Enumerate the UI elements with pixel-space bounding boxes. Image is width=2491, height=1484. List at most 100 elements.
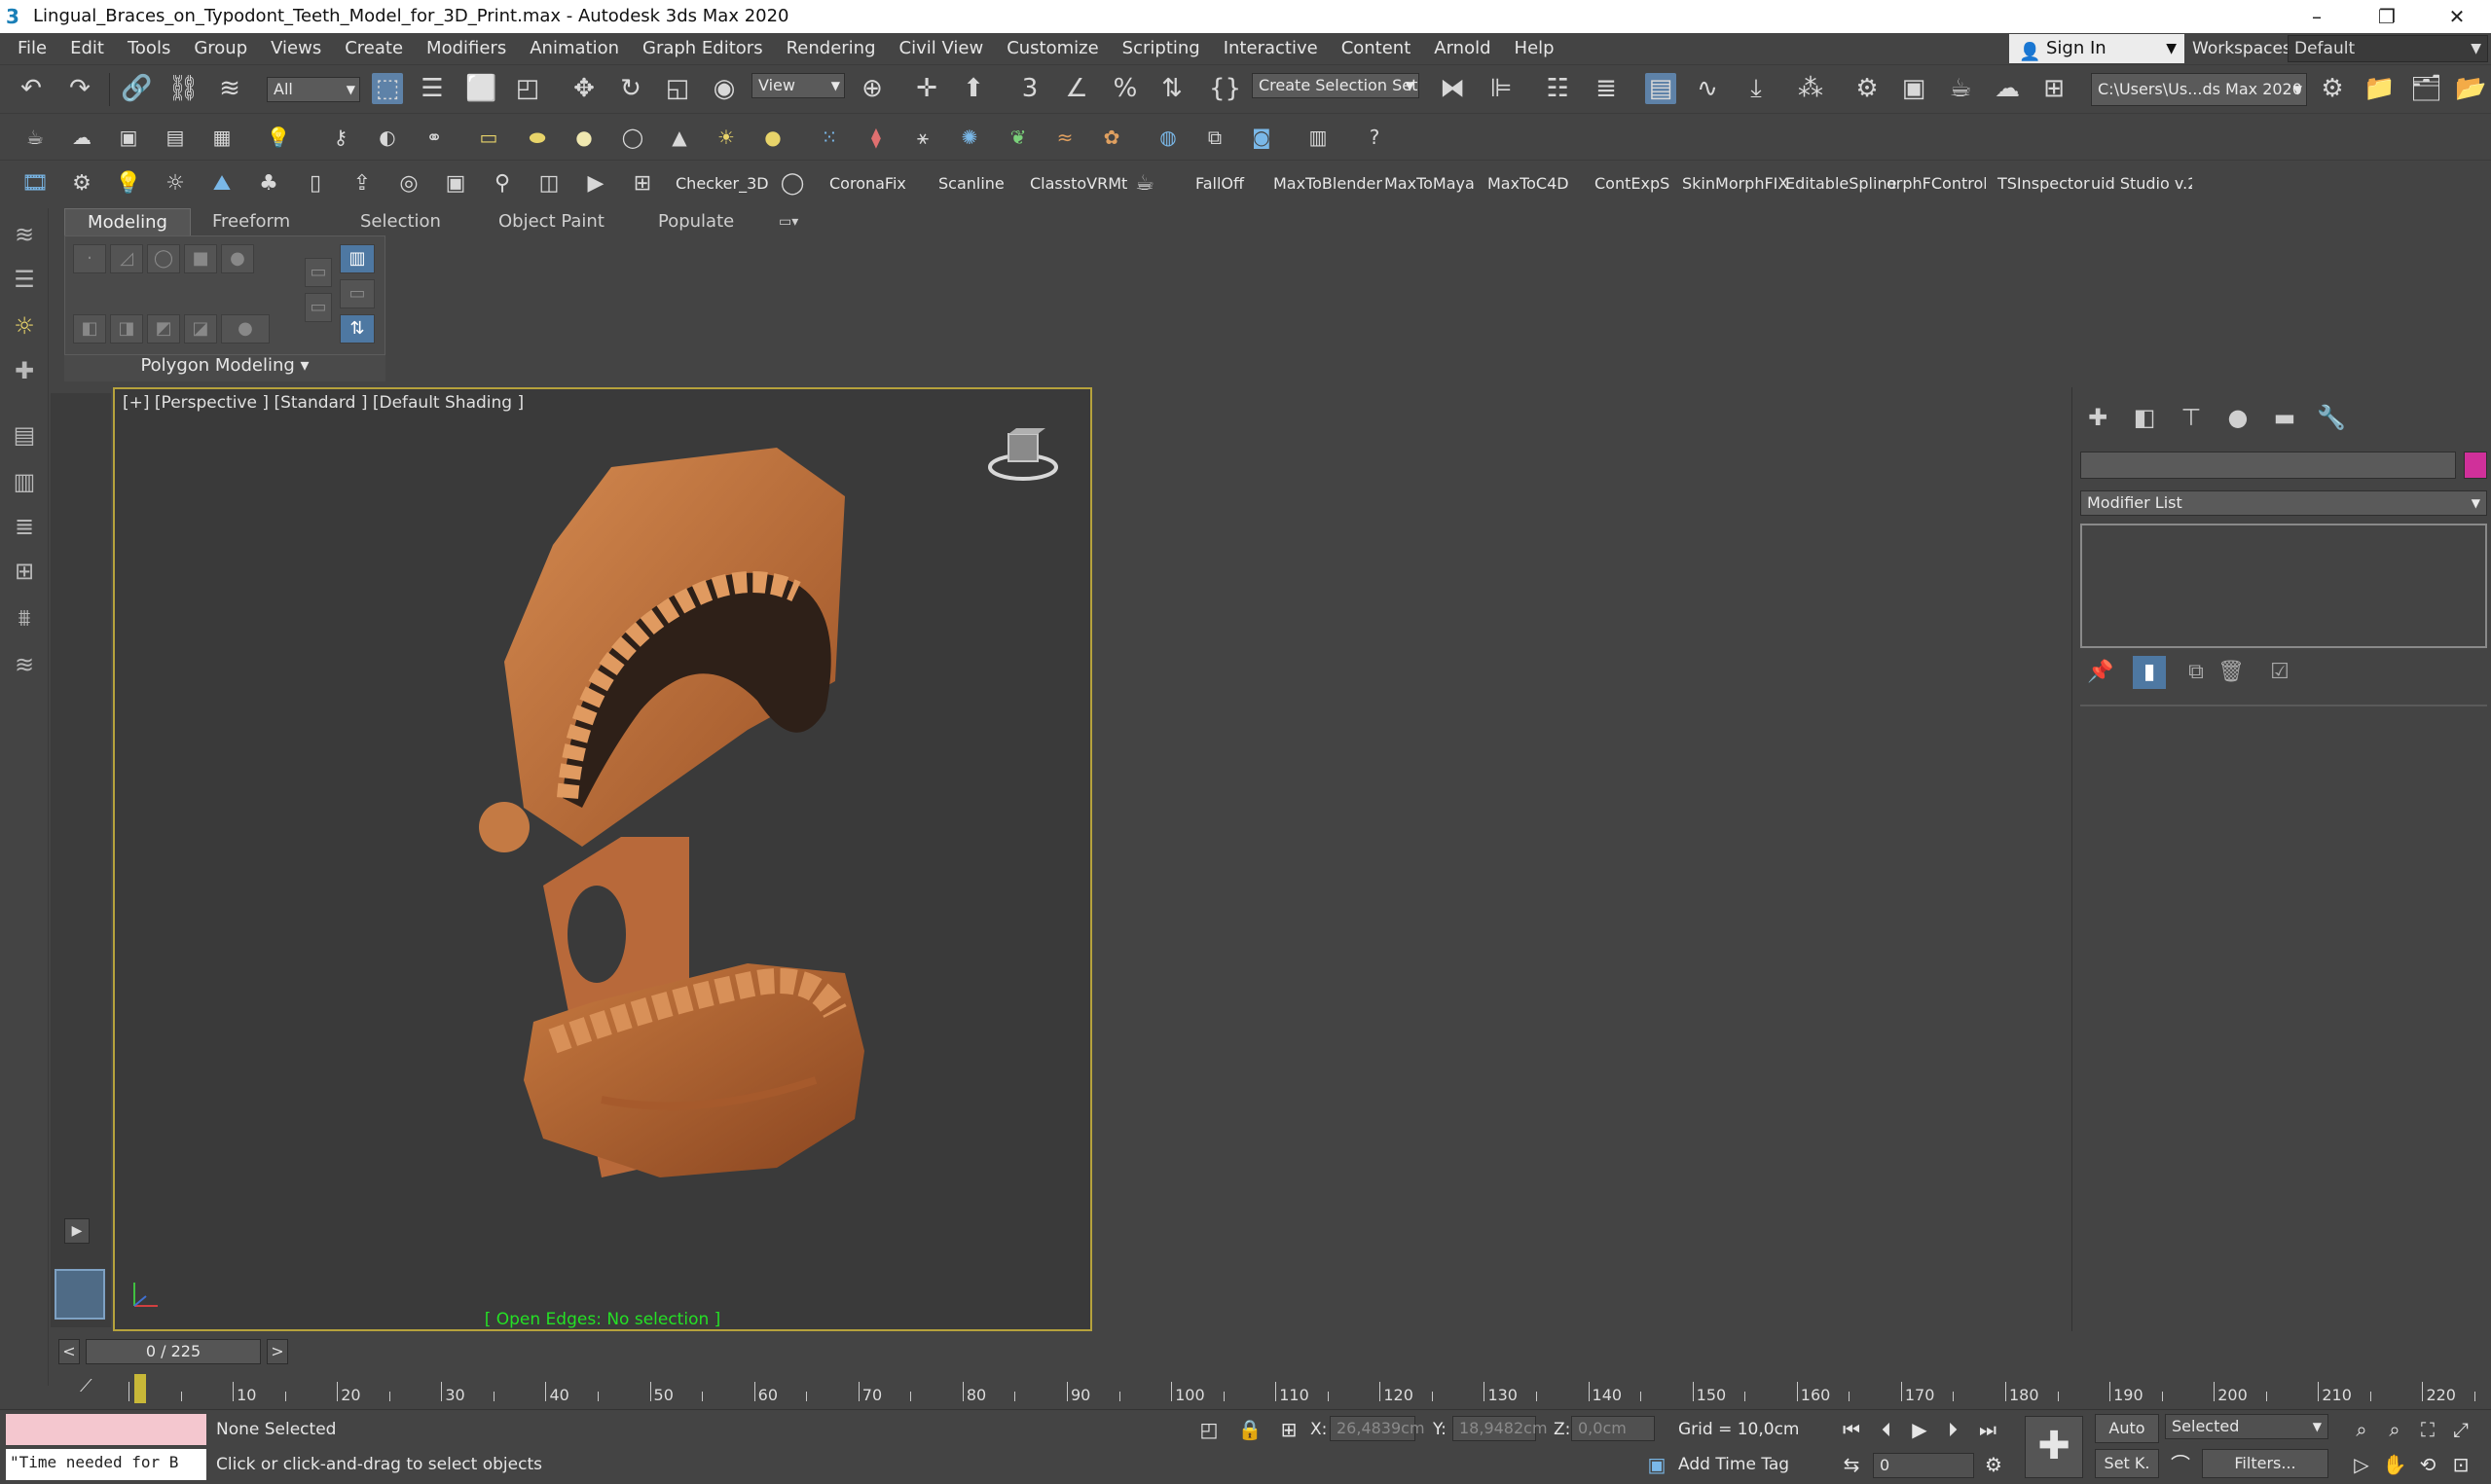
menu-file[interactable]: File <box>6 37 58 60</box>
unlink-icon[interactable]: ⛓ <box>167 73 200 104</box>
edit-named-sel-icon[interactable]: {} <box>1209 73 1241 104</box>
project-settings-icon[interactable]: ⚙ <box>2317 73 2348 104</box>
bulb-outline-icon[interactable]: ⚲ <box>487 168 518 199</box>
lightbulb-icon[interactable]: 💡 <box>263 122 294 153</box>
plugin-fluid-studio[interactable]: uid Studio v.2. <box>2091 174 2192 193</box>
select-manipulate-icon[interactable]: ✛ <box>911 73 942 104</box>
show-end-result-icon[interactable]: ▥ <box>340 244 375 273</box>
modify-icon[interactable]: ◧ <box>73 314 106 344</box>
prev-frame-icon[interactable]: ⏴ <box>1873 1416 1900 1443</box>
plugin-maxtoblender[interactable]: MaxToBlender <box>1273 174 1382 193</box>
scene-layers-icon[interactable]: ≣ <box>8 510 41 543</box>
modifier-list-select[interactable]: Modifier List ▼ <box>2080 490 2487 516</box>
close-button[interactable]: ✕ <box>2428 0 2486 33</box>
filters-button[interactable]: Filters... <box>2202 1449 2328 1478</box>
cap-icon[interactable]: ◩ <box>147 314 180 344</box>
select-object-icon[interactable]: ⬚ <box>372 73 403 104</box>
hierarchy-tab-icon[interactable]: ⊤ <box>2174 401 2209 434</box>
teapot-icon[interactable]: ☕ <box>19 122 51 153</box>
cloud-shape-icon[interactable]: ☁ <box>66 122 97 153</box>
menu-animation[interactable]: Animation <box>518 37 631 60</box>
box-icon[interactable]: ▣ <box>113 122 144 153</box>
current-frame-field[interactable]: 0 <box>1873 1453 1974 1478</box>
time-slider-marker[interactable] <box>134 1374 146 1403</box>
plane-icon[interactable]: ▭ <box>473 122 504 153</box>
scale-icon[interactable]: ◱ <box>662 73 693 104</box>
ribbon-options-icon[interactable]: ▭▾ <box>757 208 820 235</box>
tab-selection[interactable]: Selection <box>339 208 462 235</box>
z-coordinate-field[interactable]: 0,0cm <box>1571 1416 1655 1441</box>
typodont-model[interactable] <box>407 418 913 1294</box>
snaps-toggle-icon[interactable]: 3 <box>1014 73 1045 104</box>
plugin-morphfcontroller[interactable]: orphFControll <box>1887 174 1986 193</box>
rendered-frame-icon[interactable]: ▣ <box>1898 73 1929 104</box>
border-mode-icon[interactable]: ◯ <box>147 244 180 273</box>
menu-customize[interactable]: Customize <box>995 37 1110 60</box>
layer-add-icon[interactable]: ✚ <box>8 354 41 387</box>
pivot-center-icon[interactable]: ⊕ <box>857 73 888 104</box>
curve-editor-icon[interactable]: ∿ <box>1692 73 1723 104</box>
plugin-scanline[interactable]: Scanline <box>938 174 1005 193</box>
modifier-stack[interactable] <box>2080 524 2487 648</box>
rotate-icon[interactable]: ↻ <box>615 73 646 104</box>
menu-group[interactable]: Group <box>182 37 259 60</box>
set-key-button[interactable]: Set K. <box>2095 1449 2159 1478</box>
plugin-editablespline[interactable]: EditableSpline <box>1785 174 1896 193</box>
sign-in-button[interactable]: 👤 Sign In ▼ <box>2009 34 2184 63</box>
maxscript-listener-input[interactable] <box>6 1414 206 1445</box>
scene-hierarchy-icon[interactable]: ⊞ <box>8 555 41 588</box>
cone-icon[interactable]: ▲ <box>664 122 695 153</box>
utilities-tab-icon[interactable]: 🔧 <box>2314 401 2349 434</box>
scene-doc-icon[interactable]: ▥ <box>8 465 41 498</box>
plugin-checker-3d[interactable]: Checker_3D <box>676 174 769 193</box>
motion-tab-icon[interactable]: ● <box>2220 401 2255 434</box>
tab-populate[interactable]: Populate <box>637 208 755 235</box>
y-coordinate-field[interactable]: 18,9482cm <box>1452 1416 1548 1441</box>
link-icon[interactable]: 🔗 <box>121 73 152 104</box>
zoom-icon[interactable]: ⌕ <box>2348 1416 2375 1443</box>
zoom-extents-icon[interactable]: ⛶ <box>2414 1416 2441 1443</box>
key-tangent-icon[interactable]: ⌒ <box>2167 1451 2194 1478</box>
plugin-contexps[interactable]: ContExpS <box>1594 174 1669 193</box>
scene-explorer-icon[interactable]: ☷ <box>1542 73 1573 104</box>
hide-icon[interactable]: ▭ <box>340 279 375 308</box>
menu-content[interactable]: Content <box>1330 37 1423 60</box>
plugin-falloff[interactable]: FallOff <box>1195 174 1244 193</box>
clipboard-icon[interactable]: ▤ <box>160 122 191 153</box>
time-slider[interactable]: 0 / 225 <box>86 1339 261 1364</box>
menu-interactive[interactable]: Interactive <box>1212 37 1330 60</box>
project-folder-select[interactable]: C:\Users\Us...ds Max 2020 ▼ <box>2091 73 2307 106</box>
polygon-mode-icon[interactable]: ■ <box>184 244 217 273</box>
render-setup-icon[interactable]: ⚙ <box>1851 73 1883 104</box>
plugin-tsinspector[interactable]: TSInspector <box>1997 174 2090 193</box>
collapse-icon[interactable]: ▭ <box>305 258 332 287</box>
menu-graph-editors[interactable]: Graph Editors <box>631 37 775 60</box>
auto-key-button[interactable]: Auto <box>2095 1414 2159 1443</box>
configure-sets-icon[interactable]: ☑ <box>2263 656 2296 689</box>
play-icon[interactable]: ▶ <box>1906 1416 1933 1443</box>
edge-mode-icon[interactable]: ◿ <box>110 244 143 273</box>
menu-civil-view[interactable]: Civil View <box>888 37 996 60</box>
expand-layout-button[interactable]: ▶ <box>64 1218 90 1244</box>
scene-explorer-icon[interactable]: ▤ <box>8 418 41 452</box>
corona-icon[interactable]: ◯ <box>777 168 808 199</box>
disc-icon[interactable]: ● <box>757 122 788 153</box>
mirror-icon[interactable]: ⧓ <box>1437 73 1468 104</box>
open-project-icon[interactable]: 📂 <box>2455 73 2486 104</box>
spinner-snap-icon[interactable]: ⇅ <box>1156 73 1188 104</box>
pin-stack-icon[interactable]: 📌 <box>2084 656 2117 689</box>
viewport-layout-thumbnail[interactable] <box>55 1269 105 1320</box>
viewport-perspective[interactable]: [+] [Perspective ] [Standard ] [Default … <box>113 387 1092 1331</box>
render-icon[interactable]: ☕ <box>1945 73 1976 104</box>
x-coordinate-field[interactable]: 26,4839cm <box>1330 1416 1425 1441</box>
key-filter-select[interactable]: Selected ▼ <box>2165 1414 2328 1439</box>
globe-icon[interactable]: ◍ <box>1153 122 1184 153</box>
maxscript-output[interactable]: "Time needed for B <box>6 1449 206 1480</box>
layers-icon[interactable]: ≋ <box>8 218 41 251</box>
minimize-button[interactable]: – <box>2288 0 2346 33</box>
lock-selection-icon[interactable]: 🔒 <box>1236 1416 1264 1443</box>
rect-selection-icon[interactable]: ⬜ <box>465 73 496 104</box>
book-icon[interactable]: ▯ <box>300 168 331 199</box>
capsule-icon[interactable]: ⬬ <box>522 122 553 153</box>
go-to-start-icon[interactable]: ⏮ <box>1838 1416 1865 1443</box>
